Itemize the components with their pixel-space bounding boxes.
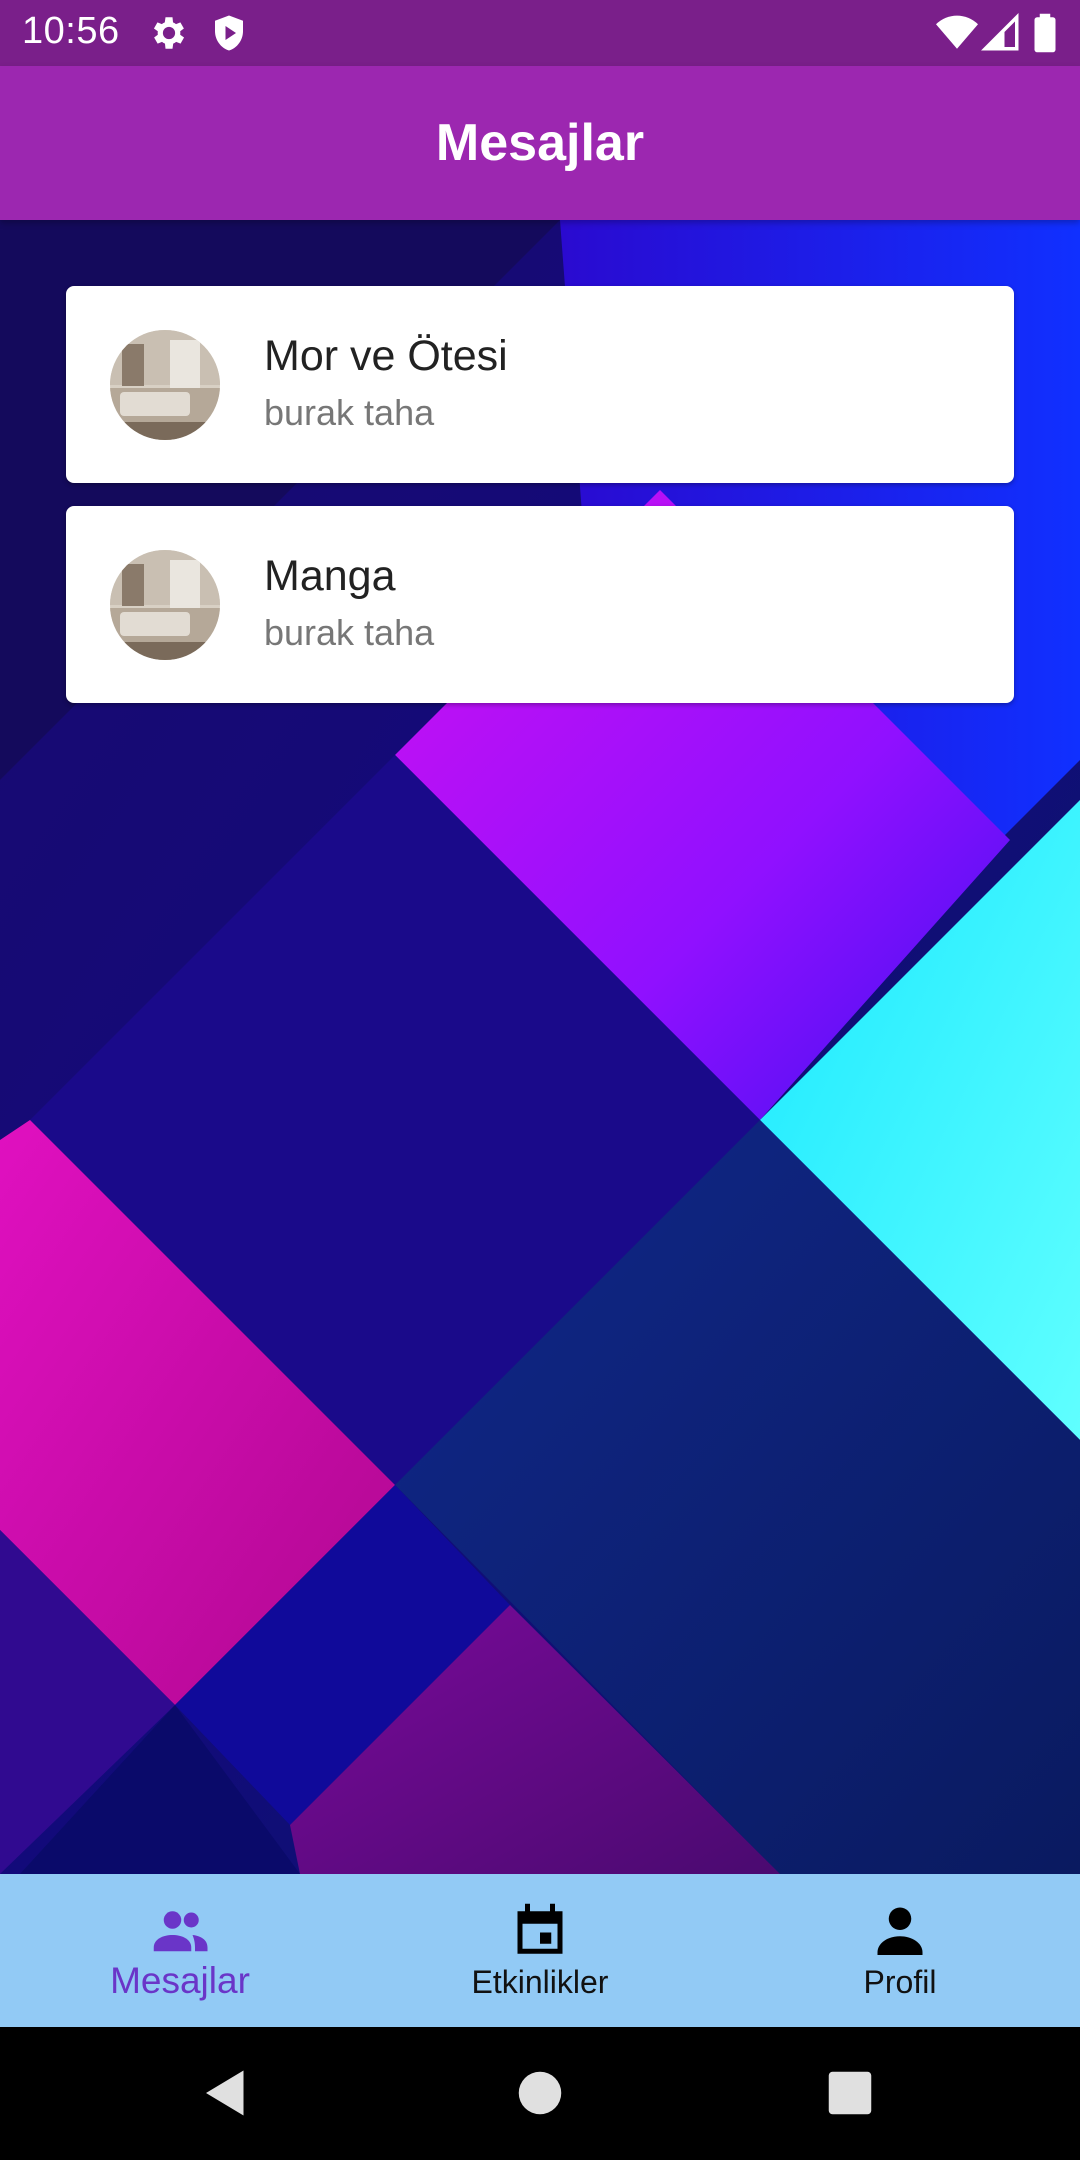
signal-icon (981, 13, 1019, 51)
nav-label: Profil (863, 1964, 937, 2000)
status-time: 10:56 (22, 10, 120, 52)
avatar (110, 550, 220, 660)
nav-item-mesajlar[interactable]: Mesajlar (0, 1874, 360, 2027)
page-title: Mesajlar (435, 114, 645, 172)
conversation-card[interactable]: Mor ve Ötesi burak taha (66, 286, 1014, 483)
nav-label: Mesajlar (110, 1960, 250, 2001)
avatar (110, 330, 220, 440)
back-icon[interactable] (196, 2063, 256, 2123)
system-nav-bar (0, 2027, 1080, 2160)
calendar-icon (517, 1903, 563, 1954)
conversation-subtitle: burak taha (264, 392, 435, 433)
bottom-nav: Mesajlar Etkinlikler Profil (0, 1874, 1080, 2027)
status-bar: 10:56 (0, 0, 1080, 66)
conversation-title: Manga (264, 552, 396, 600)
nav-item-etkinlikler[interactable]: Etkinlikler (360, 1874, 720, 2027)
conversation-subtitle: burak taha (264, 612, 435, 653)
nav-item-profil[interactable]: Profil (720, 1874, 1080, 2027)
app-bar: Mesajlar (0, 66, 1080, 220)
nav-label: Etkinlikler (471, 1964, 609, 2000)
recents-icon[interactable] (820, 2063, 880, 2123)
battery-icon (1034, 13, 1056, 53)
conversation-card[interactable]: Manga burak taha (66, 506, 1014, 703)
group-icon (153, 1911, 208, 1952)
shield-play-icon (215, 15, 243, 51)
person-icon (877, 1907, 923, 1955)
conversation-title: Mor ve Ötesi (264, 332, 508, 380)
home-icon[interactable] (510, 2063, 570, 2123)
wifi-icon (936, 15, 978, 49)
gear-icon (153, 17, 185, 49)
screen: 10:56 Mesajlar Mor ve Ötesi burak taha M… (0, 0, 1080, 2160)
